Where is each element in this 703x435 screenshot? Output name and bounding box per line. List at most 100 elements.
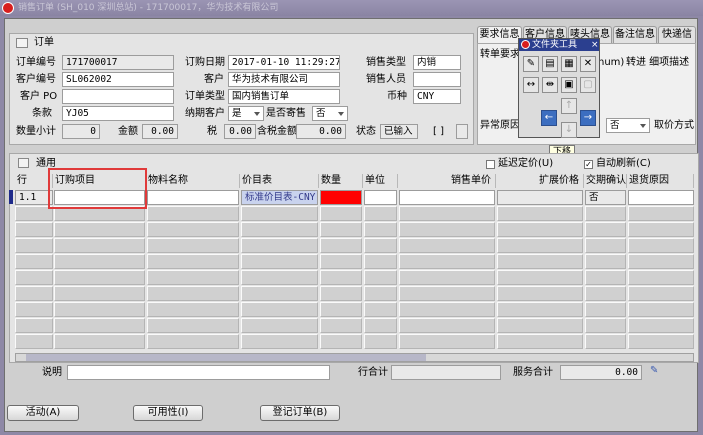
empty-grid-cell[interactable] [15,254,53,269]
empty-grid-cell[interactable] [54,302,145,317]
empty-grid-cell[interactable] [241,334,318,349]
empty-grid-cell[interactable] [320,318,362,333]
row1-unit[interactable] [364,190,397,205]
empty-grid-cell[interactable] [241,318,318,333]
empty-grid-cell[interactable] [585,206,626,221]
order-no-field[interactable]: 171700017 [62,55,174,70]
empty-grid-cell[interactable] [364,254,397,269]
empty-grid-cell[interactable] [320,238,362,253]
empty-grid-cell[interactable] [497,286,583,301]
empty-grid-cell[interactable] [15,270,53,285]
empty-grid-cell[interactable] [628,254,694,269]
empty-grid-cell[interactable] [320,302,362,317]
delete-folder-icon[interactable]: ✕ [580,56,596,72]
empty-grid-cell[interactable] [399,334,495,349]
empty-grid-cell[interactable] [628,318,694,333]
tab-express[interactable]: 快递信息 [658,26,696,56]
empty-grid-cell[interactable] [15,334,53,349]
empty-grid-cell[interactable] [54,254,145,269]
empty-grid-cell[interactable] [399,206,495,221]
empty-grid-cell[interactable] [147,318,239,333]
row1-price-list[interactable]: 标准价目表-CNY [241,190,318,205]
empty-grid-cell[interactable] [54,222,145,237]
empty-grid-cell[interactable] [15,238,53,253]
empty-grid-cell[interactable] [628,222,694,237]
empty-grid-cell[interactable] [585,254,626,269]
empty-grid-cell[interactable] [497,270,583,285]
empty-grid-cell[interactable] [628,206,694,221]
empty-grid-cell[interactable] [497,254,583,269]
empty-grid-cell[interactable] [399,318,495,333]
row1-unit-price[interactable] [399,190,495,205]
empty-grid-cell[interactable] [497,238,583,253]
empty-grid-cell[interactable] [497,302,583,317]
empty-grid-cell[interactable] [15,302,53,317]
empty-grid-cell[interactable] [399,254,495,269]
terms-field[interactable]: YJ05 [62,106,174,121]
empty-grid-cell[interactable] [364,206,397,221]
empty-grid-cell[interactable] [320,222,362,237]
empty-grid-cell[interactable] [364,222,397,237]
empty-grid-cell[interactable] [147,286,239,301]
shrink-column-icon[interactable]: ⇹ [542,77,558,93]
taxpayer-select[interactable]: 是 [228,106,264,121]
row1-delivery-confirm[interactable]: 否 [585,190,626,205]
edit-icon[interactable]: ✎ [650,365,662,377]
empty-grid-cell[interactable] [497,334,583,349]
empty-grid-cell[interactable] [320,206,362,221]
empty-grid-cell[interactable] [628,238,694,253]
move-left-icon[interactable]: ← [541,110,557,126]
empty-grid-cell[interactable] [628,286,694,301]
empty-grid-cell[interactable] [364,334,397,349]
exception-select[interactable]: 否 [606,118,650,133]
order-type-field[interactable]: 国内销售订单 [228,89,340,104]
row1-return-reason[interactable] [628,190,694,205]
empty-grid-cell[interactable] [147,334,239,349]
empty-grid-cell[interactable] [15,318,53,333]
move-right-icon[interactable]: → [580,110,596,126]
move-up-icon[interactable]: ↑ [561,98,577,114]
delay-price-checkbox[interactable] [486,160,495,169]
empty-grid-cell[interactable] [585,318,626,333]
sales-type-field[interactable]: 内销 [413,55,461,70]
empty-grid-cell[interactable] [147,254,239,269]
empty-grid-cell[interactable] [364,238,397,253]
empty-grid-cell[interactable] [241,222,318,237]
empty-grid-cell[interactable] [364,318,397,333]
row1-item-name[interactable] [147,190,239,205]
empty-grid-cell[interactable] [628,270,694,285]
empty-grid-cell[interactable] [54,318,145,333]
currency-field[interactable]: CNY [413,89,461,104]
auto-refresh-checkbox[interactable]: ✓ [584,160,593,169]
empty-grid-cell[interactable] [364,270,397,285]
tab-requirements[interactable]: 要求信息 [477,26,522,44]
order-date-field[interactable]: 2017-01-10 11:29:27 [228,55,340,70]
empty-grid-cell[interactable] [364,302,397,317]
empty-grid-cell[interactable] [628,302,694,317]
empty-grid-cell[interactable] [320,254,362,269]
empty-grid-cell[interactable] [399,302,495,317]
empty-grid-cell[interactable] [497,206,583,221]
empty-grid-cell[interactable] [241,206,318,221]
empty-grid-cell[interactable] [399,222,495,237]
salesperson-field[interactable] [413,72,461,87]
empty-grid-cell[interactable] [497,318,583,333]
empty-grid-cell[interactable] [364,286,397,301]
empty-grid-cell[interactable] [320,286,362,301]
empty-grid-cell[interactable] [54,334,145,349]
empty-grid-cell[interactable] [241,302,318,317]
empty-grid-cell[interactable] [54,286,145,301]
empty-grid-cell[interactable] [15,222,53,237]
empty-grid-cell[interactable] [147,206,239,221]
empty-grid-cell[interactable] [320,334,362,349]
empty-grid-cell[interactable] [241,270,318,285]
widen-column-icon[interactable]: ↔ [523,77,539,93]
actions-button[interactable]: 活动(A) [7,405,79,421]
empty-grid-cell[interactable] [399,270,495,285]
empty-grid-cell[interactable] [585,222,626,237]
empty-grid-cell[interactable] [147,270,239,285]
empty-grid-cell[interactable] [399,286,495,301]
note-field[interactable] [67,365,330,380]
empty-grid-cell[interactable] [15,286,53,301]
empty-grid-cell[interactable] [497,222,583,237]
